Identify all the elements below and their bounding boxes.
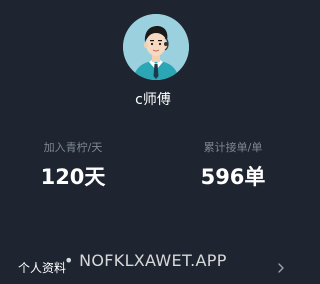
username: c师傅 <box>135 92 171 108</box>
avatar[interactable] <box>123 14 189 80</box>
stat-total-orders-value: 596单 <box>200 165 266 189</box>
stat-joined-days: 加入青柠/天 120天 <box>3 140 143 190</box>
stat-joined-days-label: 加入青柠/天 <box>43 141 103 154</box>
profile-screen: c师傅 加入青柠/天 120天 累计接单/单 596单 个人资料 • NOFKL… <box>0 0 306 284</box>
watermark-text: • NOFKLXAWET.APP <box>64 251 227 270</box>
stat-joined-days-value: 120天 <box>40 165 106 189</box>
stat-total-orders-label: 累计接单/单 <box>203 141 263 154</box>
stat-total-orders: 累计接单/单 596单 <box>163 140 303 190</box>
chevron-right-icon <box>278 263 284 273</box>
driver-avatar-icon <box>123 14 189 80</box>
profile-info-label: 个人资料 <box>18 261 67 275</box>
